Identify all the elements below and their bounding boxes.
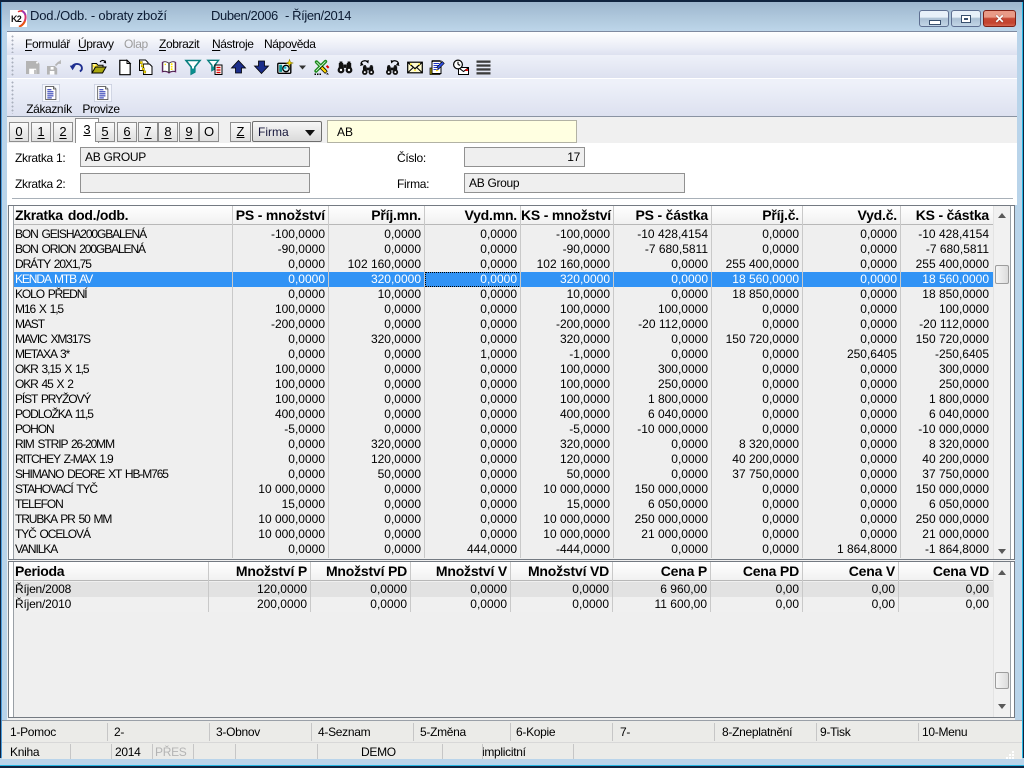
svg-text:K2: K2 xyxy=(11,14,22,24)
